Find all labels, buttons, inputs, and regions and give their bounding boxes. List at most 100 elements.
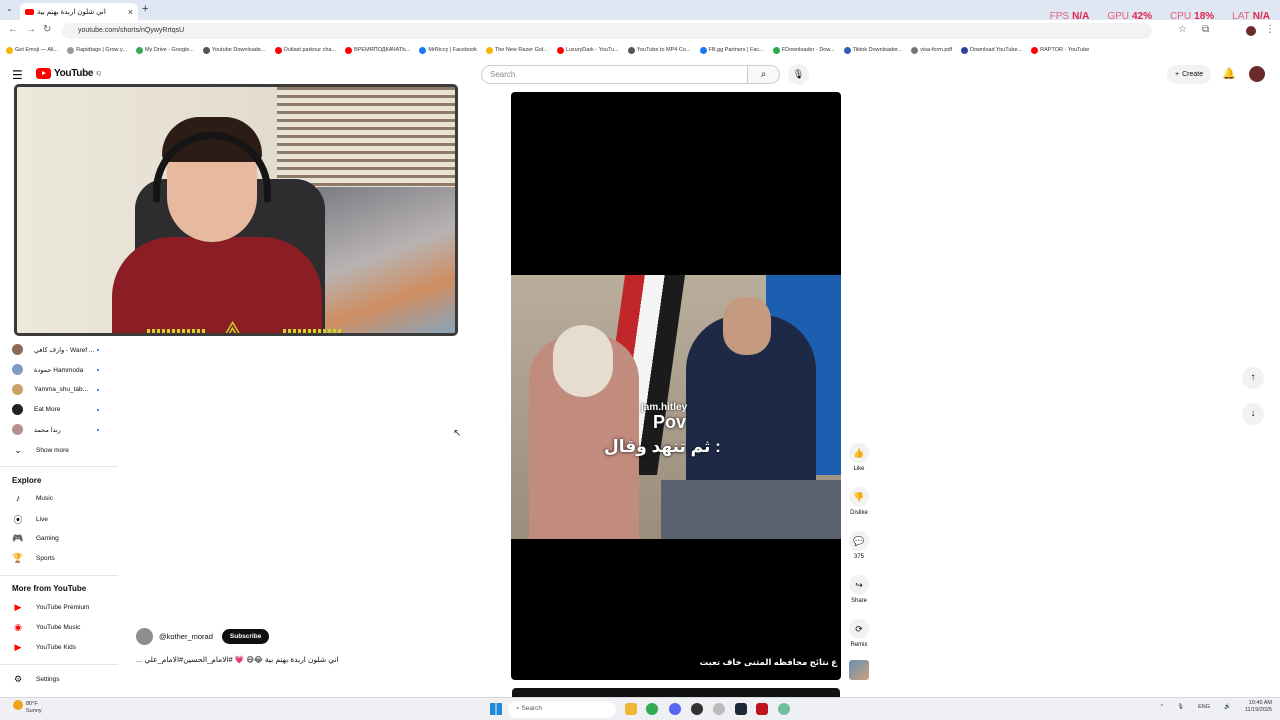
chevron-up-icon[interactable]: ^ xyxy=(1161,704,1164,710)
url-field[interactable]: youtube.com/shorts/nQywyRrtqsU xyxy=(62,23,1152,39)
app-icon-4[interactable] xyxy=(778,703,790,715)
bookmark-item[interactable]: My Drive - Google... xyxy=(135,46,194,54)
new-content-dot xyxy=(97,368,99,371)
bookmark-item[interactable]: FB.gg Partners | Fac... xyxy=(699,46,764,54)
browser-menu-icon[interactable]: ⋮ xyxy=(1265,24,1275,35)
forward-icon[interactable]: → xyxy=(26,24,36,35)
account-avatar[interactable] xyxy=(1249,66,1265,82)
remix-icon: ⟳ xyxy=(849,619,869,639)
sidebar-item-youtube-music[interactable]: ◉ YouTube Music xyxy=(12,622,80,633)
remix-button[interactable]: ⟳ Remix xyxy=(846,619,872,648)
subscription-item[interactable]: حمودة Hammoda xyxy=(12,364,112,375)
channel-info: @kother_morad Subscribe xyxy=(136,628,270,645)
youtube-logo[interactable]: YouTube IQ xyxy=(36,68,101,79)
mouse-cursor-icon: ↖ xyxy=(453,428,462,439)
sidebar-item-live[interactable]: ⦿ Live xyxy=(12,513,47,526)
volume-icon[interactable]: 🔊 xyxy=(1224,704,1231,710)
share-button[interactable]: ↪ Share xyxy=(846,575,872,604)
bookmark-favicon-icon xyxy=(67,46,75,54)
channel-avatar xyxy=(12,364,23,375)
podium xyxy=(661,480,841,539)
next-short-button[interactable]: ↓ xyxy=(1242,403,1264,425)
file-explorer-icon[interactable] xyxy=(625,703,637,715)
bookmark-item[interactable]: visa-form.pdf xyxy=(911,46,952,54)
windows-start-icon[interactable] xyxy=(490,703,502,715)
channel-name[interactable]: @kother_morad xyxy=(159,632,213,641)
channel-avatar xyxy=(12,344,23,355)
bookmark-item[interactable]: ВРЕМЯПОДКАЧАТЬ... xyxy=(345,46,410,54)
weather-widget[interactable]: 80°F Sunny xyxy=(26,701,42,715)
language-indicator[interactable]: ENG xyxy=(1198,704,1210,710)
bookmark-item[interactable]: Download YouTube... xyxy=(961,46,1022,54)
window-blinds xyxy=(277,87,455,187)
subscribe-button[interactable]: Subscribe xyxy=(221,629,270,644)
sidebar-item-settings[interactable]: ⚙ Settings xyxy=(12,674,60,685)
bookmark-item[interactable]: FDownloader - Dow... xyxy=(772,46,835,54)
thumbs-down-icon: 👎 xyxy=(849,487,869,507)
sidebar-item-youtube-premium[interactable]: ▶ YouTube Premium xyxy=(12,602,90,613)
dislike-button[interactable]: 👎 Dislike xyxy=(846,487,872,516)
new-content-dot xyxy=(97,428,99,431)
bookmark-item[interactable]: MrRiccy | Facebook xyxy=(419,46,477,54)
sidebar-item-youtube-kids[interactable]: ▶ YouTube Kids xyxy=(12,642,76,653)
steam-icon[interactable] xyxy=(735,703,747,715)
browser-tab[interactable]: اني شلون اربدة بهتم بية × xyxy=(20,3,138,20)
bookmarks-bar: Get Emoji — All... Rapidtags | Grow y... M… xyxy=(0,42,1280,58)
subscription-item[interactable]: وارف كافي - Waref ... xyxy=(12,344,112,355)
subscription-item[interactable]: Eat More xyxy=(12,404,112,415)
back-icon[interactable]: ← xyxy=(8,24,18,35)
previous-short-button[interactable]: ↑ xyxy=(1242,367,1264,389)
short-video-player[interactable]: jam.hitley Pov ثم تنهد وقال : ع نتائج مح… xyxy=(511,92,841,680)
bookmark-item[interactable]: Rapidtags | Grow y... xyxy=(67,46,127,54)
bookmark-star-icon[interactable]: ☆ xyxy=(1178,24,1187,35)
app-icon-2[interactable] xyxy=(713,703,725,715)
hamburger-menu-icon[interactable]: ☰ xyxy=(12,68,23,82)
comments-button[interactable]: 💬 375 xyxy=(846,531,872,560)
microphone-icon[interactable]: 🎙 xyxy=(1177,704,1184,710)
voice-search-button[interactable]: 🎙 xyxy=(788,64,809,85)
gear-icon: ⚙ xyxy=(13,674,23,684)
bookmark-item[interactable]: Get Emoji — All... xyxy=(6,46,58,54)
sound-thumbnail[interactable] xyxy=(849,660,869,680)
new-tab-icon[interactable]: + xyxy=(142,3,148,15)
bookmark-item[interactable]: YouTube to MP4 Co... xyxy=(627,46,691,54)
tab-close-icon[interactable]: × xyxy=(128,7,133,17)
bookmark-item[interactable]: RAPTOR - YouTube xyxy=(1031,46,1089,54)
app-icon-3[interactable] xyxy=(756,703,768,715)
youtube-music-icon: ◉ xyxy=(14,622,22,632)
bookmark-favicon-icon xyxy=(843,46,851,54)
subscription-item[interactable]: Yamma_shu_tab... xyxy=(12,384,112,395)
create-button[interactable]: + Create xyxy=(1167,65,1212,84)
bookmark-item[interactable]: Youtube Downloade... xyxy=(202,46,266,54)
notifications-bell-icon[interactable]: 🔔 xyxy=(1222,67,1236,80)
channel-avatar[interactable] xyxy=(136,628,153,645)
discord-icon[interactable] xyxy=(669,703,681,715)
like-button[interactable]: 👍 Like xyxy=(846,443,872,472)
bookmark-item[interactable]: Outlast parkour cha... xyxy=(274,46,336,54)
gamepad-icon: 🎮 xyxy=(12,533,24,543)
bookmark-favicon-icon xyxy=(345,46,353,54)
bookmark-favicon-icon xyxy=(911,46,919,54)
taskbar-search[interactable]: ⌕ Search xyxy=(508,701,616,718)
profile-avatar[interactable] xyxy=(1246,26,1256,36)
sidebar-item-gaming[interactable]: 🎮 Gaming xyxy=(12,533,58,544)
search-button[interactable]: ⌕ xyxy=(748,65,780,84)
subscription-item[interactable]: رندا محمد xyxy=(12,424,112,435)
chrome-icon[interactable] xyxy=(646,703,658,715)
windows-taskbar: 80°F Sunny ⌕ Search ^ 🎙 ENG 🔊 10:40 AM 1… xyxy=(0,697,1280,720)
sidebar-item-music[interactable]: ♪ Music xyxy=(12,493,53,503)
reload-icon[interactable]: ↻ xyxy=(43,24,51,35)
search-input[interactable]: Search xyxy=(481,65,748,84)
extensions-icon[interactable]: ⧉ xyxy=(1202,24,1209,35)
bookmark-item[interactable]: The New Razer Gol... xyxy=(485,46,548,54)
bookmark-item[interactable]: Tiktok Downloader... xyxy=(843,46,902,54)
bookmark-item[interactable]: LuxuryDark - YouTu... xyxy=(556,46,619,54)
tab-search-icon[interactable]: ⌄ xyxy=(6,4,13,13)
show-more-button[interactable]: ⌄ Show more xyxy=(12,445,69,456)
short-title[interactable]: ... اني شلون اربدة بهتم بية 😂😅 💗 #الامام… xyxy=(136,655,339,664)
bookmark-favicon-icon xyxy=(772,46,780,54)
clock[interactable]: 10:40 AM 11/19/2025 xyxy=(1245,700,1272,714)
music-note-icon: ♪ xyxy=(15,493,21,503)
app-icon[interactable] xyxy=(691,703,703,715)
sidebar-item-sports[interactable]: 🏆 Sports xyxy=(12,553,54,564)
